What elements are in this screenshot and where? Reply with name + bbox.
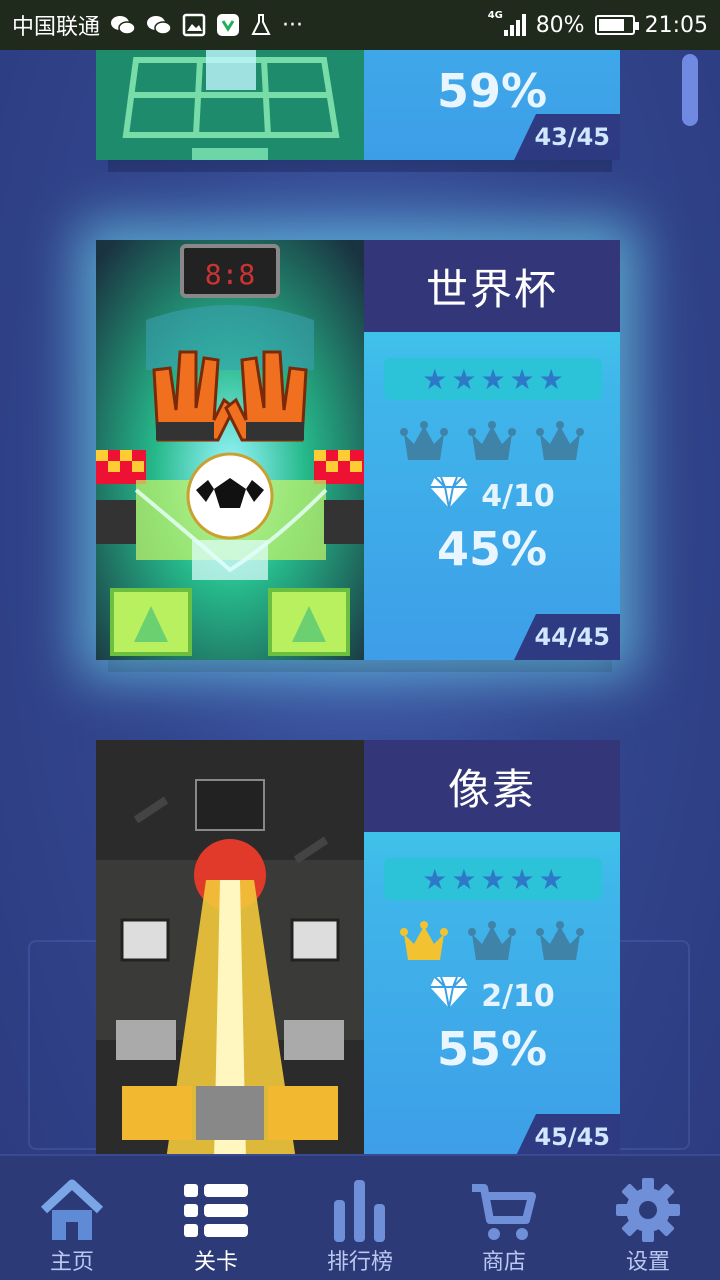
status-bar: 中国联通 ··· 4G 80% 21:05: [0, 0, 720, 50]
crown-row: [364, 420, 620, 464]
crown-row: [364, 920, 620, 964]
carrier-name: 中国联通: [12, 15, 101, 40]
nav-label: 设置: [625, 1250, 670, 1275]
flask-icon: [250, 13, 272, 37]
home-icon: [40, 1179, 104, 1240]
star-icon: ★: [422, 362, 448, 396]
star-icon: ★: [538, 362, 564, 396]
level-completion-percent: 59%: [436, 64, 548, 118]
nav-levels[interactable]: 关卡: [144, 1156, 288, 1280]
cart-icon: [472, 1184, 536, 1240]
nav-label: 关卡: [193, 1250, 238, 1275]
battery-icon: [594, 15, 639, 35]
star-icon: ★: [538, 862, 564, 896]
svg-text:8:8: 8:8: [205, 258, 256, 291]
diamond-icon: [429, 974, 469, 1018]
crown-empty-icon: [468, 921, 516, 960]
nav-shop[interactable]: 商店: [432, 1156, 576, 1280]
level-title: 世界杯: [364, 240, 620, 332]
app-notification-icon: [216, 13, 240, 37]
star-icon: ★: [509, 862, 535, 896]
level-card[interactable]: 59% 43/45: [96, 50, 620, 160]
gem-count: 4/10: [481, 478, 555, 514]
gear-icon: [616, 1178, 680, 1242]
nav-label: 商店: [481, 1250, 526, 1275]
gem-counter: 4/10: [364, 474, 620, 518]
wechat-icon: [110, 14, 136, 36]
clock: 21:05: [644, 12, 708, 38]
wechat-icon: [146, 14, 172, 36]
level-progress-tag: 44/45: [514, 614, 620, 660]
level-thumbnail: [96, 740, 364, 1154]
crown-empty-icon: [468, 421, 516, 460]
crown-empty-icon: [400, 421, 448, 460]
star-icon: ★: [451, 362, 477, 396]
crown-earned-icon: [400, 921, 448, 960]
difficulty-stars: ★ ★ ★ ★ ★: [384, 358, 602, 400]
gem-counter: 2/10: [364, 974, 620, 1018]
battery-percent: 80%: [535, 12, 585, 38]
nav-leaderboard[interactable]: 排行榜: [288, 1156, 432, 1280]
level-thumbnail: 8:8: [96, 240, 364, 660]
background-decoration: [610, 940, 690, 1150]
nav-home[interactable]: 主页: [0, 1156, 144, 1280]
level-title: 像素: [364, 740, 620, 832]
level-completion-percent: 45%: [436, 522, 548, 576]
level-info: 像素 ★ ★ ★ ★ ★ 2/10 55% 45/45: [364, 740, 620, 1154]
level-card-selected[interactable]: 8:8 世界杯 ★ ★ ★ ★ ★ 4/10 45% 44/45: [96, 240, 620, 660]
star-icon: ★: [451, 862, 477, 896]
crown-empty-icon: [536, 921, 584, 960]
level-progress-tag: 45/45: [514, 1114, 620, 1154]
star-icon: ★: [422, 862, 448, 896]
bottom-nav: 主页 关卡 排行榜 商店 设置: [0, 1154, 720, 1280]
nav-settings[interactable]: 设置: [576, 1156, 720, 1280]
level-info: 世界杯 ★ ★ ★ ★ ★ 4/10 45% 44/45: [364, 240, 620, 660]
level-thumbnail: [96, 50, 364, 160]
scrollbar-thumb[interactable]: [682, 54, 698, 126]
bar-chart-icon: [334, 1180, 385, 1242]
level-info: 59% 43/45: [364, 50, 620, 160]
star-icon: ★: [480, 862, 506, 896]
crown-empty-icon: [536, 421, 584, 460]
gem-count: 2/10: [481, 978, 555, 1014]
level-list[interactable]: 59% 43/45 8:8 世界杯 ★ ★ ★ ★ ★ 4/10 45% 44/…: [0, 50, 720, 1154]
signal-icon: 4G: [488, 10, 526, 36]
more-notifications-icon: ···: [282, 12, 303, 38]
diamond-icon: [429, 474, 469, 518]
nav-label: 排行榜: [326, 1250, 393, 1275]
network-type: 4G: [487, 10, 503, 21]
level-progress-tag: 43/45: [514, 114, 620, 160]
difficulty-stars: ★ ★ ★ ★ ★: [384, 858, 602, 900]
level-completion-percent: 55%: [436, 1022, 548, 1076]
level-card[interactable]: 像素 ★ ★ ★ ★ ★ 2/10 55% 45/45: [96, 740, 620, 1154]
star-icon: ★: [509, 362, 535, 396]
image-icon: [182, 13, 206, 37]
star-icon: ★: [480, 362, 506, 396]
nav-label: 主页: [49, 1250, 94, 1275]
list-icon: [184, 1184, 248, 1237]
